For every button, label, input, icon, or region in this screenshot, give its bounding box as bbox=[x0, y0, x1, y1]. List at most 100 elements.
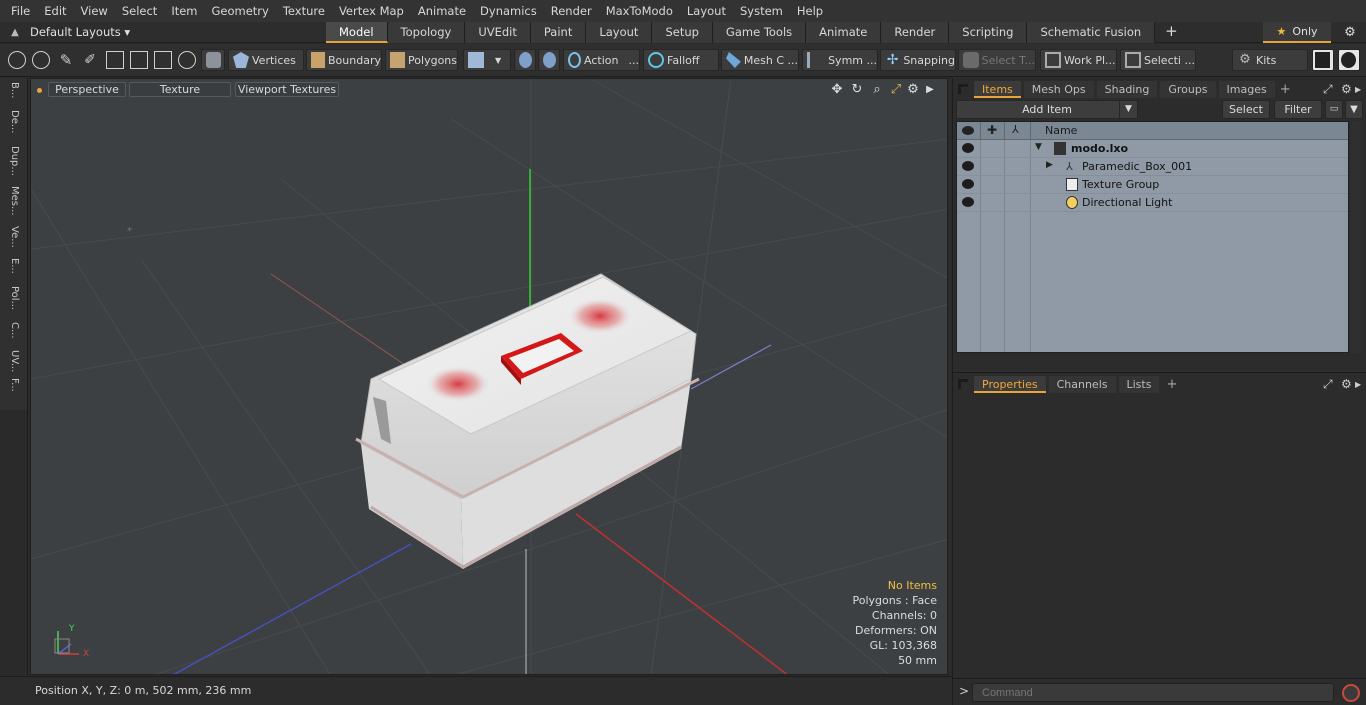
add-tab-icon[interactable]: + bbox=[1155, 22, 1188, 43]
type-column[interactable]: ⅄ bbox=[1005, 122, 1031, 140]
panel-expand-icon[interactable]: ⤢ bbox=[1323, 377, 1333, 392]
item-row-modo-lxo[interactable]: ▼ modo.lxo bbox=[957, 140, 1348, 158]
layout-expand-icon[interactable]: ▲ bbox=[0, 27, 30, 38]
item-mode-button[interactable]: ▼ bbox=[463, 49, 511, 71]
left-tab-fusion[interactable]: F... bbox=[4, 378, 20, 392]
menu-system[interactable]: System bbox=[733, 0, 790, 22]
tab-uvedit[interactable]: UVEdit bbox=[465, 21, 531, 43]
panel-more-icon[interactable]: ▶ bbox=[1355, 380, 1361, 389]
menu-item[interactable]: Item bbox=[164, 0, 204, 22]
menu-maxtomodo[interactable]: MaxToModo bbox=[599, 0, 680, 22]
panel-gear-icon[interactable]: ⚙ bbox=[1341, 377, 1352, 391]
shield-button[interactable] bbox=[201, 49, 225, 71]
layers-icon[interactable] bbox=[106, 51, 124, 69]
pen-icon[interactable]: ✎ bbox=[57, 51, 75, 69]
item-row-directional-light[interactable]: Directional Light bbox=[957, 194, 1348, 212]
panel-expand-icon[interactable]: ⤢ bbox=[1323, 82, 1333, 97]
add-panel-tab-icon[interactable]: + bbox=[1280, 82, 1291, 97]
kits-button[interactable]: ⚙ Kits bbox=[1232, 49, 1308, 71]
left-tab-mesh-edit[interactable]: Mes... bbox=[4, 186, 20, 216]
tab-game-tools[interactable]: Game Tools bbox=[712, 21, 807, 43]
tab-lists[interactable]: Lists bbox=[1118, 375, 1160, 393]
eye-icon[interactable] bbox=[962, 179, 974, 189]
funnel-icon[interactable]: ▼ bbox=[1345, 100, 1363, 119]
command-input[interactable] bbox=[972, 683, 1334, 702]
tab-layout[interactable]: Layout bbox=[586, 21, 653, 43]
timer-icon[interactable] bbox=[178, 51, 196, 69]
tab-setup[interactable]: Setup bbox=[652, 21, 713, 43]
viewport-gear-icon[interactable]: ⚙ bbox=[905, 82, 921, 98]
panel-more-icon[interactable]: ▶ bbox=[1355, 85, 1361, 94]
gear-icon[interactable]: ⚙ bbox=[1340, 22, 1360, 43]
mesh-constraint-button[interactable]: Mesh C ... bbox=[721, 49, 799, 71]
menu-vertex-map[interactable]: Vertex Map bbox=[332, 0, 411, 22]
tab-scripting[interactable]: Scripting bbox=[949, 21, 1028, 43]
action-button[interactable]: Action... bbox=[563, 49, 640, 71]
fit-view-icon[interactable]: ⤢ bbox=[888, 82, 904, 98]
menu-texture[interactable]: Texture bbox=[276, 0, 332, 22]
visibility-column[interactable] bbox=[957, 122, 981, 140]
select-through-button[interactable]: Select T... bbox=[958, 49, 1036, 71]
tab-groups[interactable]: Groups bbox=[1160, 80, 1216, 98]
left-tab-curve[interactable]: C... bbox=[4, 322, 20, 339]
tab-shading[interactable]: Shading bbox=[1096, 80, 1158, 98]
menu-geometry[interactable]: Geometry bbox=[205, 0, 276, 22]
tab-channels[interactable]: Channels bbox=[1048, 375, 1116, 393]
viewport-texture-tab[interactable]: Texture bbox=[129, 82, 231, 97]
left-tab-duplicate[interactable]: Dup... bbox=[4, 146, 20, 176]
add-panel-tab-icon[interactable]: + bbox=[1166, 377, 1177, 392]
chevron-down-icon[interactable]: ▼ bbox=[1035, 142, 1042, 152]
left-tab-basic[interactable]: B... bbox=[4, 82, 20, 98]
falloff-button[interactable]: Falloff bbox=[643, 49, 719, 71]
zoom-icon[interactable]: ⌕ bbox=[869, 82, 885, 98]
collapse-icon[interactable]: ▭ bbox=[1325, 100, 1343, 119]
filter-button[interactable]: Filter bbox=[1274, 100, 1322, 119]
menu-view[interactable]: View bbox=[74, 0, 115, 22]
selection-sets-button[interactable]: Selecti ... bbox=[1120, 49, 1196, 71]
left-tab-polygon[interactable]: Pol... bbox=[4, 286, 20, 310]
pan-icon[interactable]: ✥ bbox=[829, 82, 845, 98]
tab-mesh-ops[interactable]: Mesh Ops bbox=[1023, 80, 1094, 98]
tab-items[interactable]: Items bbox=[974, 80, 1021, 98]
menu-file[interactable]: File bbox=[4, 0, 37, 22]
unreal-button[interactable] bbox=[1338, 49, 1360, 71]
panel-gear-icon[interactable]: ⚙ bbox=[1341, 82, 1352, 96]
select-button[interactable]: Select bbox=[1222, 100, 1270, 119]
chevron-right-icon[interactable]: ▶ bbox=[1046, 160, 1053, 170]
item-row-texture-group[interactable]: Texture Group bbox=[957, 176, 1348, 194]
left-tab-edge[interactable]: E... bbox=[4, 258, 20, 274]
item-list-scrollbar[interactable] bbox=[1351, 121, 1361, 353]
polygons-button[interactable]: Polygons bbox=[385, 49, 458, 71]
tab-render[interactable]: Render bbox=[881, 21, 950, 43]
default-layouts-dropdown[interactable]: Default Layouts ▾ bbox=[30, 25, 326, 39]
menu-dynamics[interactable]: Dynamics bbox=[473, 0, 544, 22]
record-macro-icon[interactable] bbox=[1342, 684, 1360, 702]
chevron-down-icon[interactable]: ▼ bbox=[1119, 101, 1137, 118]
tab-topology[interactable]: Topology bbox=[387, 21, 466, 43]
symmetry-button[interactable]: Symm ... bbox=[802, 49, 878, 71]
menu-animate[interactable]: Animate bbox=[411, 0, 473, 22]
tab-paint[interactable]: Paint bbox=[530, 21, 587, 43]
name-column-header[interactable]: Name bbox=[1045, 124, 1077, 137]
tab-images[interactable]: Images bbox=[1218, 80, 1275, 98]
work-plane-button[interactable]: Work Pl... bbox=[1040, 49, 1117, 71]
menu-render[interactable]: Render bbox=[544, 0, 599, 22]
viewport-menu-dot-icon[interactable] bbox=[37, 88, 42, 93]
menu-edit[interactable]: Edit bbox=[37, 0, 73, 22]
eye-icon[interactable] bbox=[962, 161, 974, 171]
transform-button[interactable] bbox=[514, 49, 536, 71]
menu-select[interactable]: Select bbox=[115, 0, 164, 22]
item-list[interactable]: ✚ ⅄ Name ▼ modo.lxo ▶ ⅄ Paramedic_Box_00… bbox=[956, 121, 1349, 353]
snap-shield-button[interactable] bbox=[538, 49, 560, 71]
menu-layout[interactable]: Layout bbox=[680, 0, 733, 22]
3d-viewport[interactable]: * X Y Perspective Texture Viewport Textu… bbox=[30, 78, 948, 675]
rotate-icon[interactable]: ↻ bbox=[849, 82, 865, 98]
grid-icon[interactable] bbox=[130, 51, 148, 69]
eye-icon[interactable] bbox=[962, 197, 974, 207]
only-toggle[interactable]: ★ Only bbox=[1263, 22, 1331, 43]
brush-icon[interactable]: ✐ bbox=[81, 51, 99, 69]
panel-corner-icon[interactable] bbox=[958, 379, 968, 389]
tab-model[interactable]: Model bbox=[326, 21, 388, 43]
modo-cube-button[interactable] bbox=[1312, 49, 1334, 71]
viewport-perspective-tab[interactable]: Perspective bbox=[48, 82, 126, 97]
